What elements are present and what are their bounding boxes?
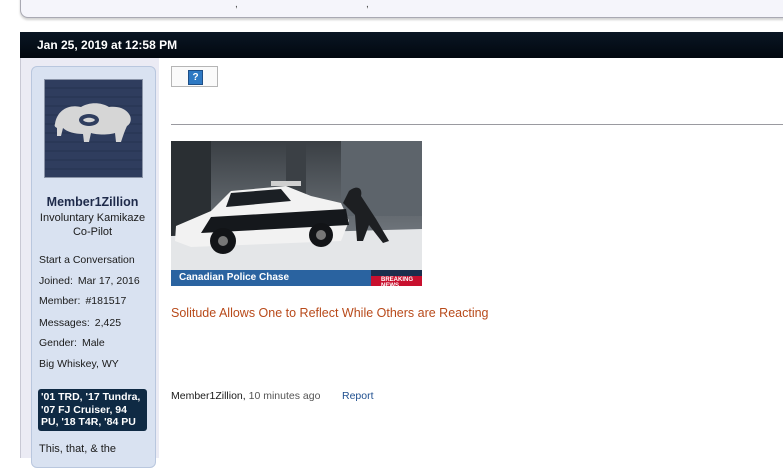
previous-post-fragment: , xyxy=(235,0,238,10)
stat-value[interactable]: #181517 xyxy=(85,295,126,307)
gif-breaking-banner: BREAKING NEWS xyxy=(381,277,414,286)
stat-value: Male xyxy=(81,337,105,349)
stat-location: Big Whiskey, WY xyxy=(39,358,119,370)
user-extra-text: This, that, & the xyxy=(39,443,117,455)
stat-label: Gender: xyxy=(39,337,77,349)
police-car-scene-image xyxy=(171,141,422,286)
stat-gender: Gender: Male xyxy=(39,337,105,349)
previous-post-bottom: , , xyxy=(20,0,783,18)
report-link[interactable]: Report xyxy=(342,390,374,402)
previous-post-fragment: , xyxy=(366,0,369,10)
stat-messages: Messages: 2,425 xyxy=(39,317,121,329)
wyoming-flag-bison-icon xyxy=(45,80,142,177)
broken-image: ? xyxy=(171,66,218,87)
post-permalink-time[interactable]: 10 minutes ago xyxy=(249,390,321,402)
stat-value: Mar 17, 2016 xyxy=(77,275,140,287)
garage-line: PU, '18 T4R, '84 PU xyxy=(41,416,136,428)
post-username[interactable]: Member1Zillion xyxy=(31,195,154,209)
start-conversation-link[interactable]: Start a Conversation xyxy=(39,254,135,266)
post-date-header: Jan 25, 2019 at 12:58 PM xyxy=(20,32,783,58)
user-avatar[interactable] xyxy=(44,79,143,178)
footer-author-link[interactable]: Member1Zillion xyxy=(171,390,243,402)
signature-gif: Canadian Police Chase BREAKING NEWS xyxy=(171,141,422,286)
stat-label: Member: xyxy=(39,295,81,307)
stat-value[interactable]: Big Whiskey, WY xyxy=(39,358,119,370)
stat-member-number: Member: #181517 xyxy=(39,295,126,307)
user-title: Involuntary Kamikaze Co-Pilot xyxy=(39,212,146,238)
post-timestamp: Jan 25, 2019 at 12:58 PM xyxy=(37,38,178,52)
garage-line: '01 TRD, '17 Tundra, xyxy=(41,391,141,403)
garage-line: '07 FJ Cruiser, 94 xyxy=(41,403,127,416)
signature-quote: Solitude Allows One to Reflect While Oth… xyxy=(171,306,489,320)
stat-label: Messages: xyxy=(39,317,90,329)
signature-divider xyxy=(171,124,783,125)
stat-joined: Joined: Mar 17, 2016 xyxy=(39,275,140,287)
post-footer-meta: Member1Zillion, 10 minutes ago xyxy=(171,390,321,402)
gif-caption: Canadian Police Chase xyxy=(179,272,290,283)
broken-image-icon: ? xyxy=(188,70,203,85)
stat-label: Joined: xyxy=(39,275,73,287)
stat-value[interactable]: 2,425 xyxy=(95,317,121,329)
garage-badge[interactable]: '01 TRD, '17 Tundra, '07 FJ Cruiser, 94 … xyxy=(38,389,147,431)
